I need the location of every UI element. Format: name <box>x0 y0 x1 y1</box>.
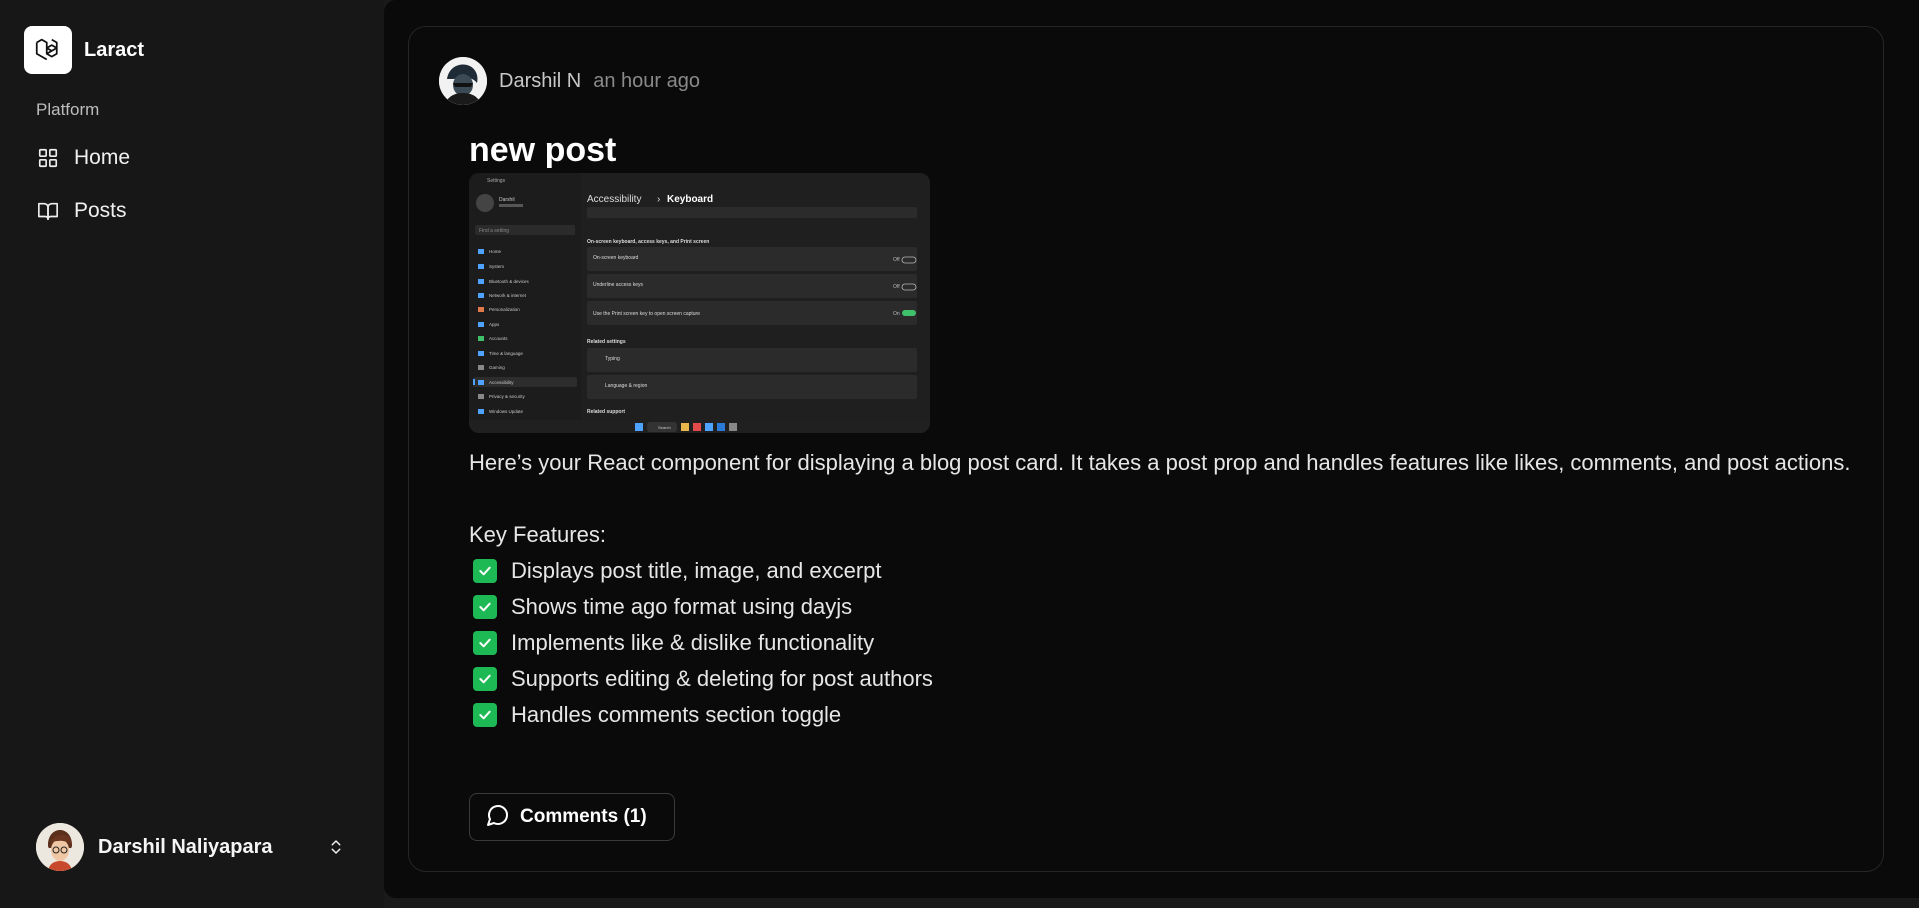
screenshot-row-0: On-screen keyboard <box>593 255 639 261</box>
screenshot-section-2: Related settings <box>587 339 626 345</box>
sidebar-item-label: Posts <box>74 199 127 222</box>
post-timestamp: an hour ago <box>593 69 701 92</box>
screenshot-nav-2: Bluetooth & devices <box>489 279 530 284</box>
feature-text: Supports editing & deleting for post aut… <box>511 666 933 691</box>
screenshot-row-2: Use the Print screen key to open screen … <box>593 311 700 317</box>
screenshot-taskbar-search: Search <box>658 425 671 430</box>
list-item: Handles comments section toggle <box>469 697 1869 733</box>
post-intro: Here’s your React component for displayi… <box>469 450 1851 475</box>
avatar[interactable] <box>439 57 487 105</box>
comments-button-label: Comments (1) <box>520 806 647 827</box>
check-mark-icon <box>473 595 497 619</box>
screenshot-search: Find a setting <box>479 228 509 234</box>
screenshot-nav-5: Apps <box>489 322 500 327</box>
check-mark-icon <box>473 667 497 691</box>
sidebar-item-posts[interactable]: Posts <box>36 196 127 226</box>
screenshot-row-1-state: Off <box>893 284 900 290</box>
list-item: Shows time ago format using dayjs <box>469 589 1869 625</box>
list-item: Supports editing & deleting for post aut… <box>469 661 1869 697</box>
features-heading: Key Features: <box>469 522 606 547</box>
post-image[interactable]: Settings Darshil Find a setting Home Sys… <box>469 173 930 433</box>
screenshot-breadcrumb-parent: Accessibility <box>587 194 641 205</box>
screenshot-row-2-state: On <box>893 311 900 317</box>
list-item: Implements like & dislike functionality <box>469 625 1869 661</box>
avatar <box>36 823 84 871</box>
post-card: Darshil N an hour ago new post Settings … <box>408 26 1884 872</box>
screenshot-nav-0: Home <box>489 249 502 254</box>
check-mark-icon <box>473 703 497 727</box>
screenshot-nav-9: Accessibility <box>489 380 514 385</box>
screenshot-nav-11: Windows Update <box>489 409 524 414</box>
post-body: Here’s your React component for displayi… <box>469 445 1869 733</box>
comments-button[interactable]: Comments (1) <box>469 793 675 841</box>
user-menu[interactable]: Darshil Naliyapara <box>36 822 348 872</box>
feature-text: Implements like & dislike functionality <box>511 630 875 655</box>
brand-name: Laract <box>84 38 145 61</box>
list-item: Displays post title, image, and excerpt <box>469 553 1869 589</box>
screenshot-section-1: On-screen keyboard, access keys, and Pri… <box>587 239 709 245</box>
screenshot-nav-8: Gaming <box>489 365 505 370</box>
screenshot-row-0-state: Off <box>893 257 900 263</box>
check-mark-icon <box>473 559 497 583</box>
sidebar-item-label: Home <box>74 146 131 169</box>
screenshot-nav-7: Time & language <box>489 351 523 356</box>
screenshot-app-name: Settings <box>487 178 506 184</box>
screenshot-row-1: Underline access keys <box>593 282 644 288</box>
nav-group-label: Platform <box>36 100 100 119</box>
laravel-logo-icon <box>24 26 72 74</box>
chevrons-up-down-icon <box>324 835 348 859</box>
feature-text: Shows time ago format using dayjs <box>511 594 853 619</box>
author-name[interactable]: Darshil N <box>499 70 581 93</box>
screenshot-nav-4: Personalization <box>489 307 520 312</box>
screenshot-nav-3: Network & internet <box>489 293 527 298</box>
post-title: new post <box>469 131 617 169</box>
feature-text: Handles comments section toggle <box>511 702 842 727</box>
screenshot-related-0: Typing <box>605 356 620 362</box>
feature-text: Displays post title, image, and excerpt <box>511 558 882 583</box>
screenshot-breadcrumb-current: Keyboard <box>667 194 713 205</box>
screenshot-section-3: Related support <box>587 409 625 415</box>
screenshot-nav-1: System <box>489 264 504 269</box>
check-mark-icon <box>473 631 497 655</box>
brand[interactable]: Laract <box>24 26 144 74</box>
screenshot-related-1: Language & region <box>605 383 647 389</box>
sidebar-item-home[interactable]: Home <box>36 143 130 173</box>
post-header: Darshil N an hour ago <box>439 57 700 105</box>
message-circle-icon <box>486 803 510 832</box>
sidebar: Laract Platform Home Posts Darshil Naliy… <box>0 0 384 908</box>
grid-icon <box>36 146 60 170</box>
user-name: Darshil Naliyapara <box>98 835 273 858</box>
screenshot-profile: Darshil <box>499 197 515 203</box>
screenshot-nav-6: Accounts <box>489 336 508 341</box>
svg-text:›: › <box>657 194 660 205</box>
main-content: Darshil N an hour ago new post Settings … <box>384 0 1919 898</box>
book-open-icon <box>36 199 60 223</box>
screenshot-nav-10: Privacy & security <box>489 394 526 399</box>
